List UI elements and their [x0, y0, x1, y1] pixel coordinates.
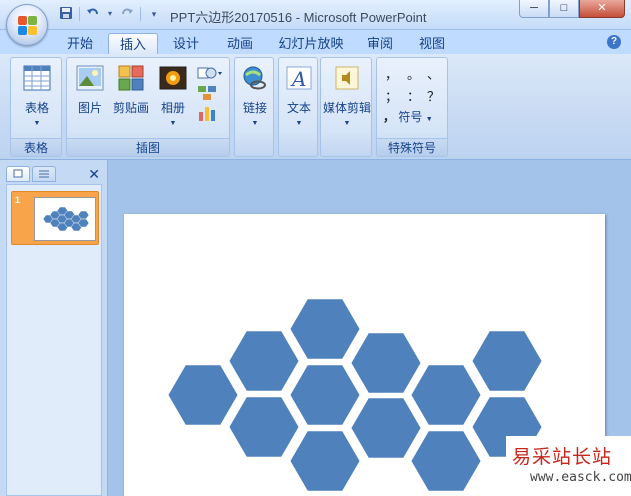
symbol-period[interactable]: 。	[407, 64, 420, 83]
group-illustrations: 图片 剪贴画 相册 ▼ 插图	[66, 57, 230, 157]
symbol-button[interactable]: ， 符号 ▼	[383, 108, 433, 125]
tab-design[interactable]: 设计	[164, 33, 208, 54]
symbol-semicolon[interactable]: ；	[385, 86, 398, 105]
picture-button[interactable]: 图片	[73, 63, 107, 116]
symbol-enumeration-comma[interactable]: 、	[427, 64, 440, 83]
qat-separator	[79, 7, 80, 21]
symbol-colon[interactable]: ：	[407, 86, 420, 105]
tab-animations[interactable]: 动画	[218, 33, 262, 54]
window-title: PPT六边形20170516 - Microsoft PowerPoint	[170, 10, 427, 25]
clipart-label: 剪贴画	[112, 101, 149, 115]
table-icon	[22, 63, 52, 93]
chart-icon[interactable]	[197, 104, 217, 122]
tab-review[interactable]: 审阅	[358, 33, 402, 54]
title-bar: ▾ ▾ PPT六边形20170516 - Microsoft PowerPoin…	[0, 0, 631, 30]
minimize-button[interactable]: ─	[519, 0, 549, 18]
svg-text:A: A	[290, 67, 306, 91]
group-illustrations-label: 插图	[67, 138, 229, 156]
office-logo-icon	[18, 16, 38, 36]
text-button[interactable]: A 文本 ▼	[281, 63, 317, 127]
picture-icon	[75, 63, 105, 93]
chevron-down-icon: ▼	[343, 120, 351, 127]
group-tables: 表格 ▼ 表格	[10, 57, 62, 157]
restore-button[interactable]: □	[549, 0, 579, 18]
group-tables-label: 表格	[11, 138, 61, 156]
group-special-symbols: ， 。 、 ； ： ？ ， 符号 ▼ 特殊符号	[376, 57, 448, 157]
picture-label: 图片	[77, 101, 102, 115]
tab-view[interactable]: 视图	[410, 33, 454, 54]
quick-access-toolbar: ▾ ▾	[58, 6, 162, 22]
group-special-symbols-label: 特殊符号	[377, 138, 447, 156]
slide-thumbnails: 1	[6, 184, 102, 496]
symbol-comma[interactable]: ，	[385, 64, 398, 83]
link-button[interactable]: 链接 ▼	[237, 63, 273, 127]
chevron-down-icon: ▼	[251, 120, 259, 127]
link-label: 链接	[242, 101, 267, 115]
slide-thumbnail-preview	[34, 197, 96, 241]
tab-slideshow[interactable]: 幻灯片放映	[270, 33, 352, 54]
text-a-icon: A	[284, 63, 314, 93]
clipart-icon	[116, 63, 146, 93]
text-label: 文本	[286, 101, 311, 115]
watermark-url: www.easck.com	[530, 470, 631, 485]
slide-number: 1	[15, 195, 21, 205]
table-button[interactable]: 表格 ▼	[19, 63, 55, 127]
group-text: A 文本 ▼	[278, 57, 318, 157]
speaker-icon	[332, 63, 362, 93]
chevron-down-icon: ▼	[169, 120, 177, 127]
group-media: 媒体剪辑 ▼	[320, 57, 372, 157]
slides-tab[interactable]	[6, 166, 30, 182]
table-button-label: 表格	[24, 101, 49, 115]
close-icon[interactable]: ✕	[88, 166, 100, 183]
slides-pane-tabs: ✕	[4, 164, 104, 184]
help-icon[interactable]: ?	[607, 35, 621, 49]
qat-separator	[140, 7, 141, 21]
hyperlink-icon	[240, 63, 270, 93]
chevron-down-icon: ▼	[295, 120, 303, 127]
clipart-button[interactable]: 剪贴画	[111, 63, 151, 116]
symbol-question[interactable]: ？	[427, 86, 440, 105]
undo-icon[interactable]	[85, 6, 101, 22]
watermark: 易采站长站 www.easck.com	[506, 436, 631, 496]
undo-dropdown-icon[interactable]: ▾	[106, 6, 114, 22]
media-button[interactable]: 媒体剪辑 ▼	[321, 63, 373, 127]
outline-tab[interactable]	[32, 166, 56, 182]
group-links: 链接 ▼	[234, 57, 274, 157]
tab-insert[interactable]: 插入	[108, 33, 158, 54]
slides-pane: ✕ 1	[0, 160, 108, 496]
symbol-button-label: 符号	[398, 110, 423, 124]
photo-album-icon	[158, 63, 188, 93]
ribbon-tabs: 开始 插入 设计 动画 幻灯片放映 审阅 视图 ?	[0, 30, 631, 54]
smartart-icon[interactable]	[197, 84, 217, 102]
album-button[interactable]: 相册 ▼	[155, 63, 191, 127]
chevron-down-icon: ▼	[425, 116, 433, 123]
watermark-text: 易采站长站	[512, 446, 613, 468]
window-controls: ─ □ ✕	[519, 0, 625, 18]
save-icon[interactable]	[58, 6, 74, 22]
customize-icon[interactable]: ▾	[146, 6, 162, 22]
slide-thumbnail-selected[interactable]: 1	[11, 191, 99, 245]
close-button[interactable]: ✕	[579, 0, 625, 18]
ribbon: 表格 ▼ 表格 图片 剪贴画 相册 ▼ 插图 链接 ▼ A 文本 ▼ 媒体剪辑 …	[0, 54, 631, 160]
shapes-icon[interactable]	[197, 64, 223, 82]
redo-icon[interactable]	[119, 6, 135, 22]
album-label: 相册	[160, 101, 185, 115]
media-label: 媒体剪辑	[322, 101, 371, 115]
chevron-down-icon: ▼	[33, 120, 41, 127]
symbol-prefix: ，	[383, 110, 396, 124]
tab-home[interactable]: 开始	[58, 33, 102, 54]
office-button[interactable]	[6, 4, 48, 46]
